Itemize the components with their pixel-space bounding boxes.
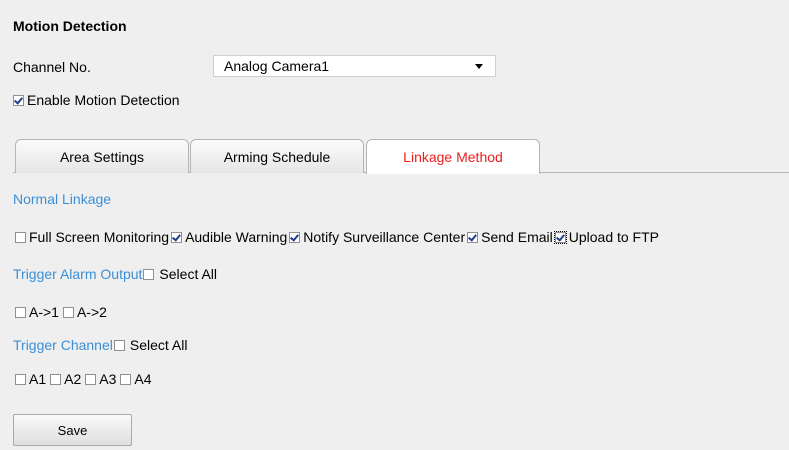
enable-motion-detection[interactable]: Enable Motion Detection bbox=[13, 92, 180, 108]
enable-motion-detection-label: Enable Motion Detection bbox=[27, 92, 180, 108]
upload-to-ftp-label: Upload to FTP bbox=[568, 229, 659, 245]
channel-a2-checkbox[interactable] bbox=[50, 373, 62, 385]
normal-linkage-heading: Normal Linkage bbox=[13, 191, 112, 207]
alarm-output-options: A->1 A->2 bbox=[15, 304, 107, 320]
channel-select[interactable]: Analog Camera1 bbox=[213, 55, 496, 77]
notify-surveillance-center-label: Notify Surveillance Center bbox=[303, 229, 466, 245]
tab-arming-schedule-label: Arming Schedule bbox=[223, 148, 331, 165]
channel-a1-checkbox[interactable] bbox=[15, 373, 26, 385]
full-screen-monitoring-checkbox[interactable] bbox=[15, 231, 26, 243]
alarm-output-select-all-label: Select All bbox=[159, 266, 218, 282]
trigger-channel-row: Trigger Channel Select All bbox=[13, 337, 187, 353]
channel-a3-checkbox[interactable] bbox=[85, 373, 97, 385]
enable-motion-detection-checkbox[interactable] bbox=[13, 94, 24, 106]
channel-a3-label: A3 bbox=[99, 371, 117, 387]
tab-area-settings-label: Area Settings bbox=[59, 148, 145, 165]
send-email-label: Send Email bbox=[481, 229, 553, 245]
trigger-channel-heading: Trigger Channel bbox=[13, 337, 113, 353]
channel-select-all-label: Select All bbox=[129, 337, 188, 353]
alarm-output-a2-label: A->2 bbox=[76, 304, 107, 320]
alarm-output-a1-checkbox[interactable] bbox=[15, 306, 26, 318]
tab-arming-schedule[interactable]: Arming Schedule bbox=[190, 139, 364, 173]
audible-warning-checkbox[interactable] bbox=[171, 231, 183, 243]
full-screen-monitoring-label: Full Screen Monitoring bbox=[29, 229, 170, 245]
chevron-down-icon bbox=[475, 63, 483, 69]
channel-select-value: Analog Camera1 bbox=[224, 58, 330, 74]
save-button[interactable]: Save bbox=[13, 414, 132, 446]
alarm-output-a2-checkbox[interactable] bbox=[62, 306, 74, 318]
channel-select-all-checkbox[interactable] bbox=[113, 339, 125, 351]
tab-linkage-method-label: Linkage Method bbox=[403, 149, 503, 165]
notify-surveillance-center-checkbox[interactable] bbox=[289, 231, 301, 243]
trigger-alarm-output-row: Trigger Alarm Output Select All bbox=[13, 266, 217, 282]
trigger-alarm-output-heading: Trigger Alarm Output bbox=[13, 266, 143, 282]
channel-a4-checkbox[interactable] bbox=[120, 373, 132, 385]
channel-a1-label: A1 bbox=[29, 371, 47, 387]
upload-to-ftp-checkbox[interactable] bbox=[553, 230, 567, 244]
channel-a4-label: A4 bbox=[134, 371, 152, 387]
send-email-checkbox[interactable] bbox=[467, 231, 479, 243]
alarm-output-select-all-checkbox[interactable] bbox=[143, 268, 155, 280]
audible-warning-label: Audible Warning bbox=[185, 229, 288, 245]
channel-label: Channel No. bbox=[13, 59, 91, 75]
page-title: Motion Detection bbox=[13, 18, 127, 34]
trigger-channel-options: A1 A2 A3 A4 bbox=[15, 371, 152, 387]
normal-linkage-options: Full Screen Monitoring Audible Warning N… bbox=[15, 229, 659, 245]
channel-a2-label: A2 bbox=[64, 371, 82, 387]
tab-area-settings[interactable]: Area Settings bbox=[15, 139, 189, 173]
tab-linkage-method[interactable]: Linkage Method bbox=[366, 139, 540, 174]
alarm-output-a1-label: A->1 bbox=[29, 304, 59, 320]
